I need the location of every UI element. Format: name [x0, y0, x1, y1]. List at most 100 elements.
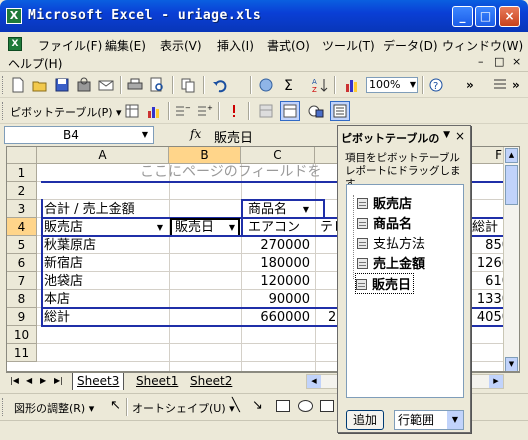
row-header[interactable]: 11	[7, 344, 37, 362]
value-cell[interactable]: 180000	[241, 255, 313, 273]
prev-sheet-icon[interactable]: ◀	[26, 376, 32, 385]
row-header[interactable]: 9	[7, 308, 37, 326]
row-header[interactable]: 8	[7, 290, 37, 308]
pivot-menu-button[interactable]: ピボットテーブル(P) ▾	[10, 104, 122, 120]
menu-file[interactable]: ファイル(F)	[38, 37, 102, 54]
chart-wizard-icon[interactable]	[342, 75, 362, 95]
chevron-down-icon[interactable]: ▼	[447, 411, 463, 429]
pivot-field-list[interactable]: 販売店 商品名 支払方法 売上金額 販売日	[346, 184, 464, 398]
hide-detail-icon[interactable]: −	[172, 101, 192, 121]
draw-menu-button[interactable]: 図形の調整(R) ▾	[14, 400, 94, 416]
menu-help[interactable]: ヘルプ(H)	[8, 55, 62, 72]
new-icon[interactable]	[8, 75, 28, 95]
col-header-b[interactable]: B	[169, 147, 241, 164]
toolbar-overflow-icon-2[interactable]: »	[512, 78, 520, 92]
sheet-tab[interactable]: Sheet2	[186, 373, 236, 390]
save-icon[interactable]	[52, 75, 72, 95]
show-detail-icon[interactable]: +	[194, 101, 214, 121]
open-icon[interactable]	[30, 75, 50, 95]
area-select[interactable]: 行範囲 ▼	[394, 410, 464, 430]
field-item-payment[interactable]: 支払方法	[357, 233, 425, 252]
textbox-icon[interactable]	[320, 400, 334, 412]
always-display-items-icon[interactable]	[280, 101, 300, 121]
name-box[interactable]: B4 ▼	[4, 126, 154, 144]
menu-insert[interactable]: 挿入(I)	[217, 37, 254, 54]
row-header[interactable]: 4	[7, 218, 37, 236]
autosum-icon[interactable]: Σ	[280, 75, 300, 95]
row-header[interactable]: 7	[7, 272, 37, 290]
menu-view[interactable]: 表示(V)	[160, 37, 202, 54]
help-icon[interactable]: ?	[426, 75, 446, 95]
copy-icon[interactable]	[178, 75, 198, 95]
row-header[interactable]: 5	[7, 236, 37, 254]
col-header-d[interactable]	[315, 147, 339, 164]
scroll-thumb[interactable]	[505, 165, 518, 205]
print-preview-icon[interactable]	[147, 75, 167, 95]
toolbar-overflow-icon[interactable]: »	[466, 78, 474, 92]
sheet-tab[interactable]: Sheet1	[132, 373, 182, 390]
scroll-left-icon[interactable]: ◀	[307, 375, 321, 388]
row-field-date-dropdown[interactable]: ▼	[225, 221, 239, 235]
column-field-dropdown[interactable]: ▼	[299, 203, 313, 217]
toolbar-grip[interactable]	[2, 102, 5, 120]
vertical-scrollbar[interactable]: ▲ ▼	[503, 147, 519, 371]
oval-icon[interactable]	[298, 400, 313, 412]
undo-icon[interactable]	[210, 75, 230, 95]
print-icon[interactable]	[125, 75, 145, 95]
sheet-tab-active[interactable]: Sheet3	[72, 373, 125, 390]
scroll-up-icon[interactable]: ▲	[505, 148, 518, 163]
refresh-data-icon[interactable]	[224, 101, 244, 121]
row-header[interactable]: 3	[7, 200, 37, 218]
next-sheet-icon[interactable]: ▶	[40, 376, 46, 385]
last-sheet-icon[interactable]: ▶|	[54, 376, 63, 385]
value-cell[interactable]: 270000	[241, 237, 313, 255]
row-header[interactable]: 6	[7, 254, 37, 272]
sort-ascending-icon[interactable]: AZ	[310, 75, 330, 95]
select-all-corner[interactable]	[7, 147, 37, 164]
pivot-chart-icon[interactable]	[144, 101, 164, 121]
store-item[interactable]: 秋葉原店	[41, 237, 99, 255]
field-item-amount[interactable]: 売上金額	[357, 253, 425, 272]
col-header-f[interactable]: F	[467, 147, 507, 164]
add-to-button[interactable]: 追加	[346, 410, 384, 430]
doc-minimize-button[interactable]: –	[478, 55, 484, 68]
chevron-down-icon[interactable]: ▼	[138, 128, 152, 142]
doc-close-button[interactable]: ×	[512, 55, 521, 68]
store-item[interactable]: 池袋店	[41, 273, 86, 291]
hide-field-list-icon[interactable]	[330, 101, 350, 121]
close-icon[interactable]: ×	[455, 129, 465, 143]
col-header-a[interactable]: A	[37, 147, 169, 164]
menu-format[interactable]: 書式(O)	[267, 37, 310, 54]
scroll-right-icon[interactable]: ▶	[489, 375, 503, 388]
chevron-down-icon[interactable]: ▼	[443, 130, 450, 140]
line-icon[interactable]: ╲	[232, 398, 240, 413]
field-item-store[interactable]: 販売店	[357, 193, 412, 212]
menu-tools[interactable]: ツール(T)	[322, 37, 375, 54]
toolbar-grip[interactable]	[2, 398, 5, 416]
minimize-button[interactable]: _	[452, 6, 473, 27]
rectangle-icon[interactable]	[276, 400, 290, 412]
maximize-button[interactable]: □	[475, 6, 496, 27]
permission-icon[interactable]	[74, 75, 94, 95]
format-report-icon[interactable]	[122, 101, 142, 121]
autoshapes-menu-button[interactable]: オートシェイプ(U) ▾	[132, 400, 235, 416]
insert-function-icon[interactable]: fx	[190, 127, 201, 141]
align-icon[interactable]	[490, 75, 510, 95]
include-hidden-items-icon[interactable]	[256, 101, 276, 121]
row-header[interactable]: 10	[7, 326, 37, 344]
excel-app-icon[interactable]: X	[6, 8, 22, 24]
store-item[interactable]: 新宿店	[41, 255, 86, 273]
doc-restore-button[interactable]: □	[494, 55, 504, 68]
close-button[interactable]: ×	[499, 6, 520, 27]
row-field-store-dropdown[interactable]: ▼	[153, 221, 167, 235]
hyperlink-icon[interactable]	[256, 75, 276, 95]
workbook-icon[interactable]: X	[8, 37, 22, 51]
field-settings-icon[interactable]	[306, 101, 326, 121]
scroll-down-icon[interactable]: ▼	[505, 357, 518, 371]
formula-input[interactable]: 販売日	[214, 127, 253, 146]
arrow-icon[interactable]: ↘	[252, 398, 263, 413]
first-sheet-icon[interactable]: |◀	[10, 376, 19, 385]
field-item-product[interactable]: 商品名	[357, 213, 412, 232]
zoom-select[interactable]: 100% ▼	[366, 77, 418, 93]
toolbar-grip[interactable]	[2, 76, 5, 94]
